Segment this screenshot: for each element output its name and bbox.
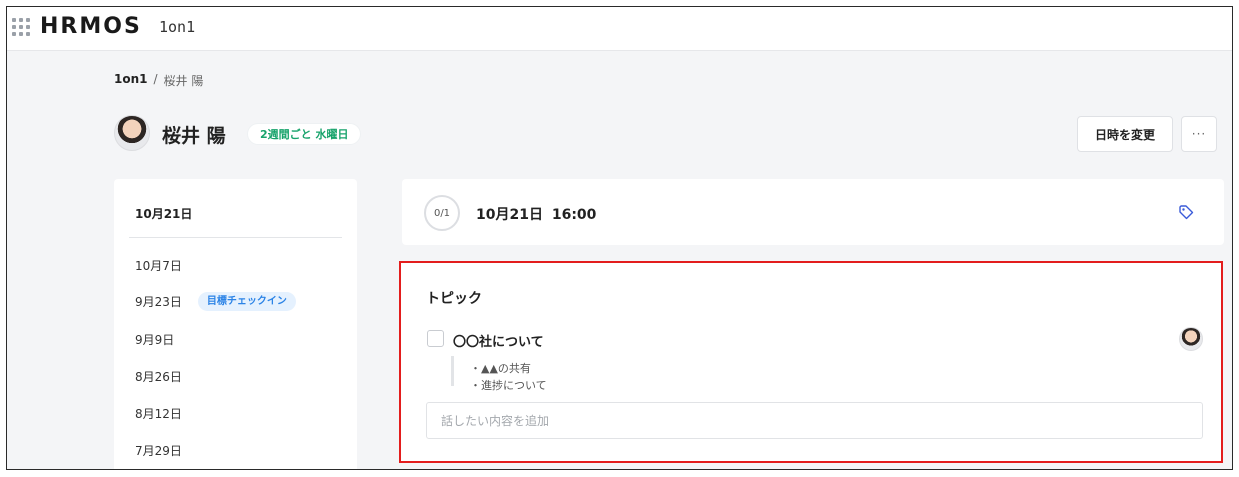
breadcrumb: 1on1 / 桜井 陽	[114, 72, 203, 89]
meeting-date-list: 10月21日 10月7日 9月23日 目標チェックイン 9月9日 8月26日 8…	[114, 179, 357, 469]
sidebar-item[interactable]: 10月7日	[135, 257, 182, 274]
tag-icon[interactable]	[1178, 204, 1194, 220]
breadcrumb-current: 桜井 陽	[163, 74, 204, 88]
topic-owner-avatar	[1179, 327, 1203, 351]
goal-checkin-tag: 目標チェックイン	[197, 292, 296, 311]
sidebar-item[interactable]: 8月26日	[135, 368, 182, 385]
sidebar-item[interactable]: 9月9日	[135, 331, 174, 348]
avatar	[114, 115, 150, 151]
add-topic-input[interactable]	[426, 402, 1203, 439]
sidebar-item-date: 7月29日	[135, 444, 182, 458]
hrmos-logo[interactable]: HRMOS	[40, 14, 142, 39]
sidebar-item[interactable]: 8月12日	[135, 405, 182, 422]
sidebar-item-date: 10月7日	[135, 259, 182, 273]
change-datetime-button[interactable]: 日時を変更	[1077, 116, 1173, 152]
app-window: HRMOS 1on1 1on1 / 桜井 陽 桜井 陽 2週間ごと 水曜日 日時…	[6, 6, 1233, 470]
note-bar	[451, 356, 454, 386]
sidebar-item-date: 8月26日	[135, 370, 182, 384]
topic-checkbox[interactable]	[427, 330, 444, 347]
meeting-header-card: 0/1 10月21日 16:00	[402, 179, 1224, 245]
topic-title[interactable]: 〇〇社について	[453, 331, 544, 350]
meeting-title: 10月21日 16:00	[476, 207, 597, 223]
sidebar-item-date: 9月9日	[135, 333, 175, 347]
sidebar-item[interactable]: 7月29日	[135, 442, 182, 459]
breadcrumb-separator: /	[153, 72, 158, 86]
product-name: 1on1	[159, 18, 196, 36]
sidebar-item-current[interactable]: 10月21日	[135, 205, 192, 222]
divider	[129, 237, 342, 238]
more-dots-icon: ···	[1191, 127, 1207, 141]
top-bar: HRMOS 1on1	[7, 7, 1232, 51]
sidebar-item[interactable]: 9月23日 目標チェックイン	[135, 292, 296, 311]
topic-section: トピック 〇〇社について ・▲▲の共有 ・進捗について	[399, 261, 1223, 463]
topic-note: ・進捗について	[470, 379, 547, 392]
grid-dots-icon[interactable]	[12, 18, 30, 36]
frequency-badge: 2週間ごと 水曜日	[247, 123, 362, 145]
sidebar-item-date: 9月23日	[135, 295, 182, 309]
topic-heading: トピック	[426, 291, 482, 307]
more-options-button[interactable]: ···	[1181, 116, 1217, 152]
breadcrumb-root-link[interactable]: 1on1	[114, 72, 148, 89]
page-title: 桜井 陽	[162, 125, 226, 147]
sidebar-item-date: 8月12日	[135, 407, 182, 421]
topic-note: ・▲▲の共有	[470, 362, 531, 375]
progress-indicator: 0/1	[424, 195, 460, 231]
